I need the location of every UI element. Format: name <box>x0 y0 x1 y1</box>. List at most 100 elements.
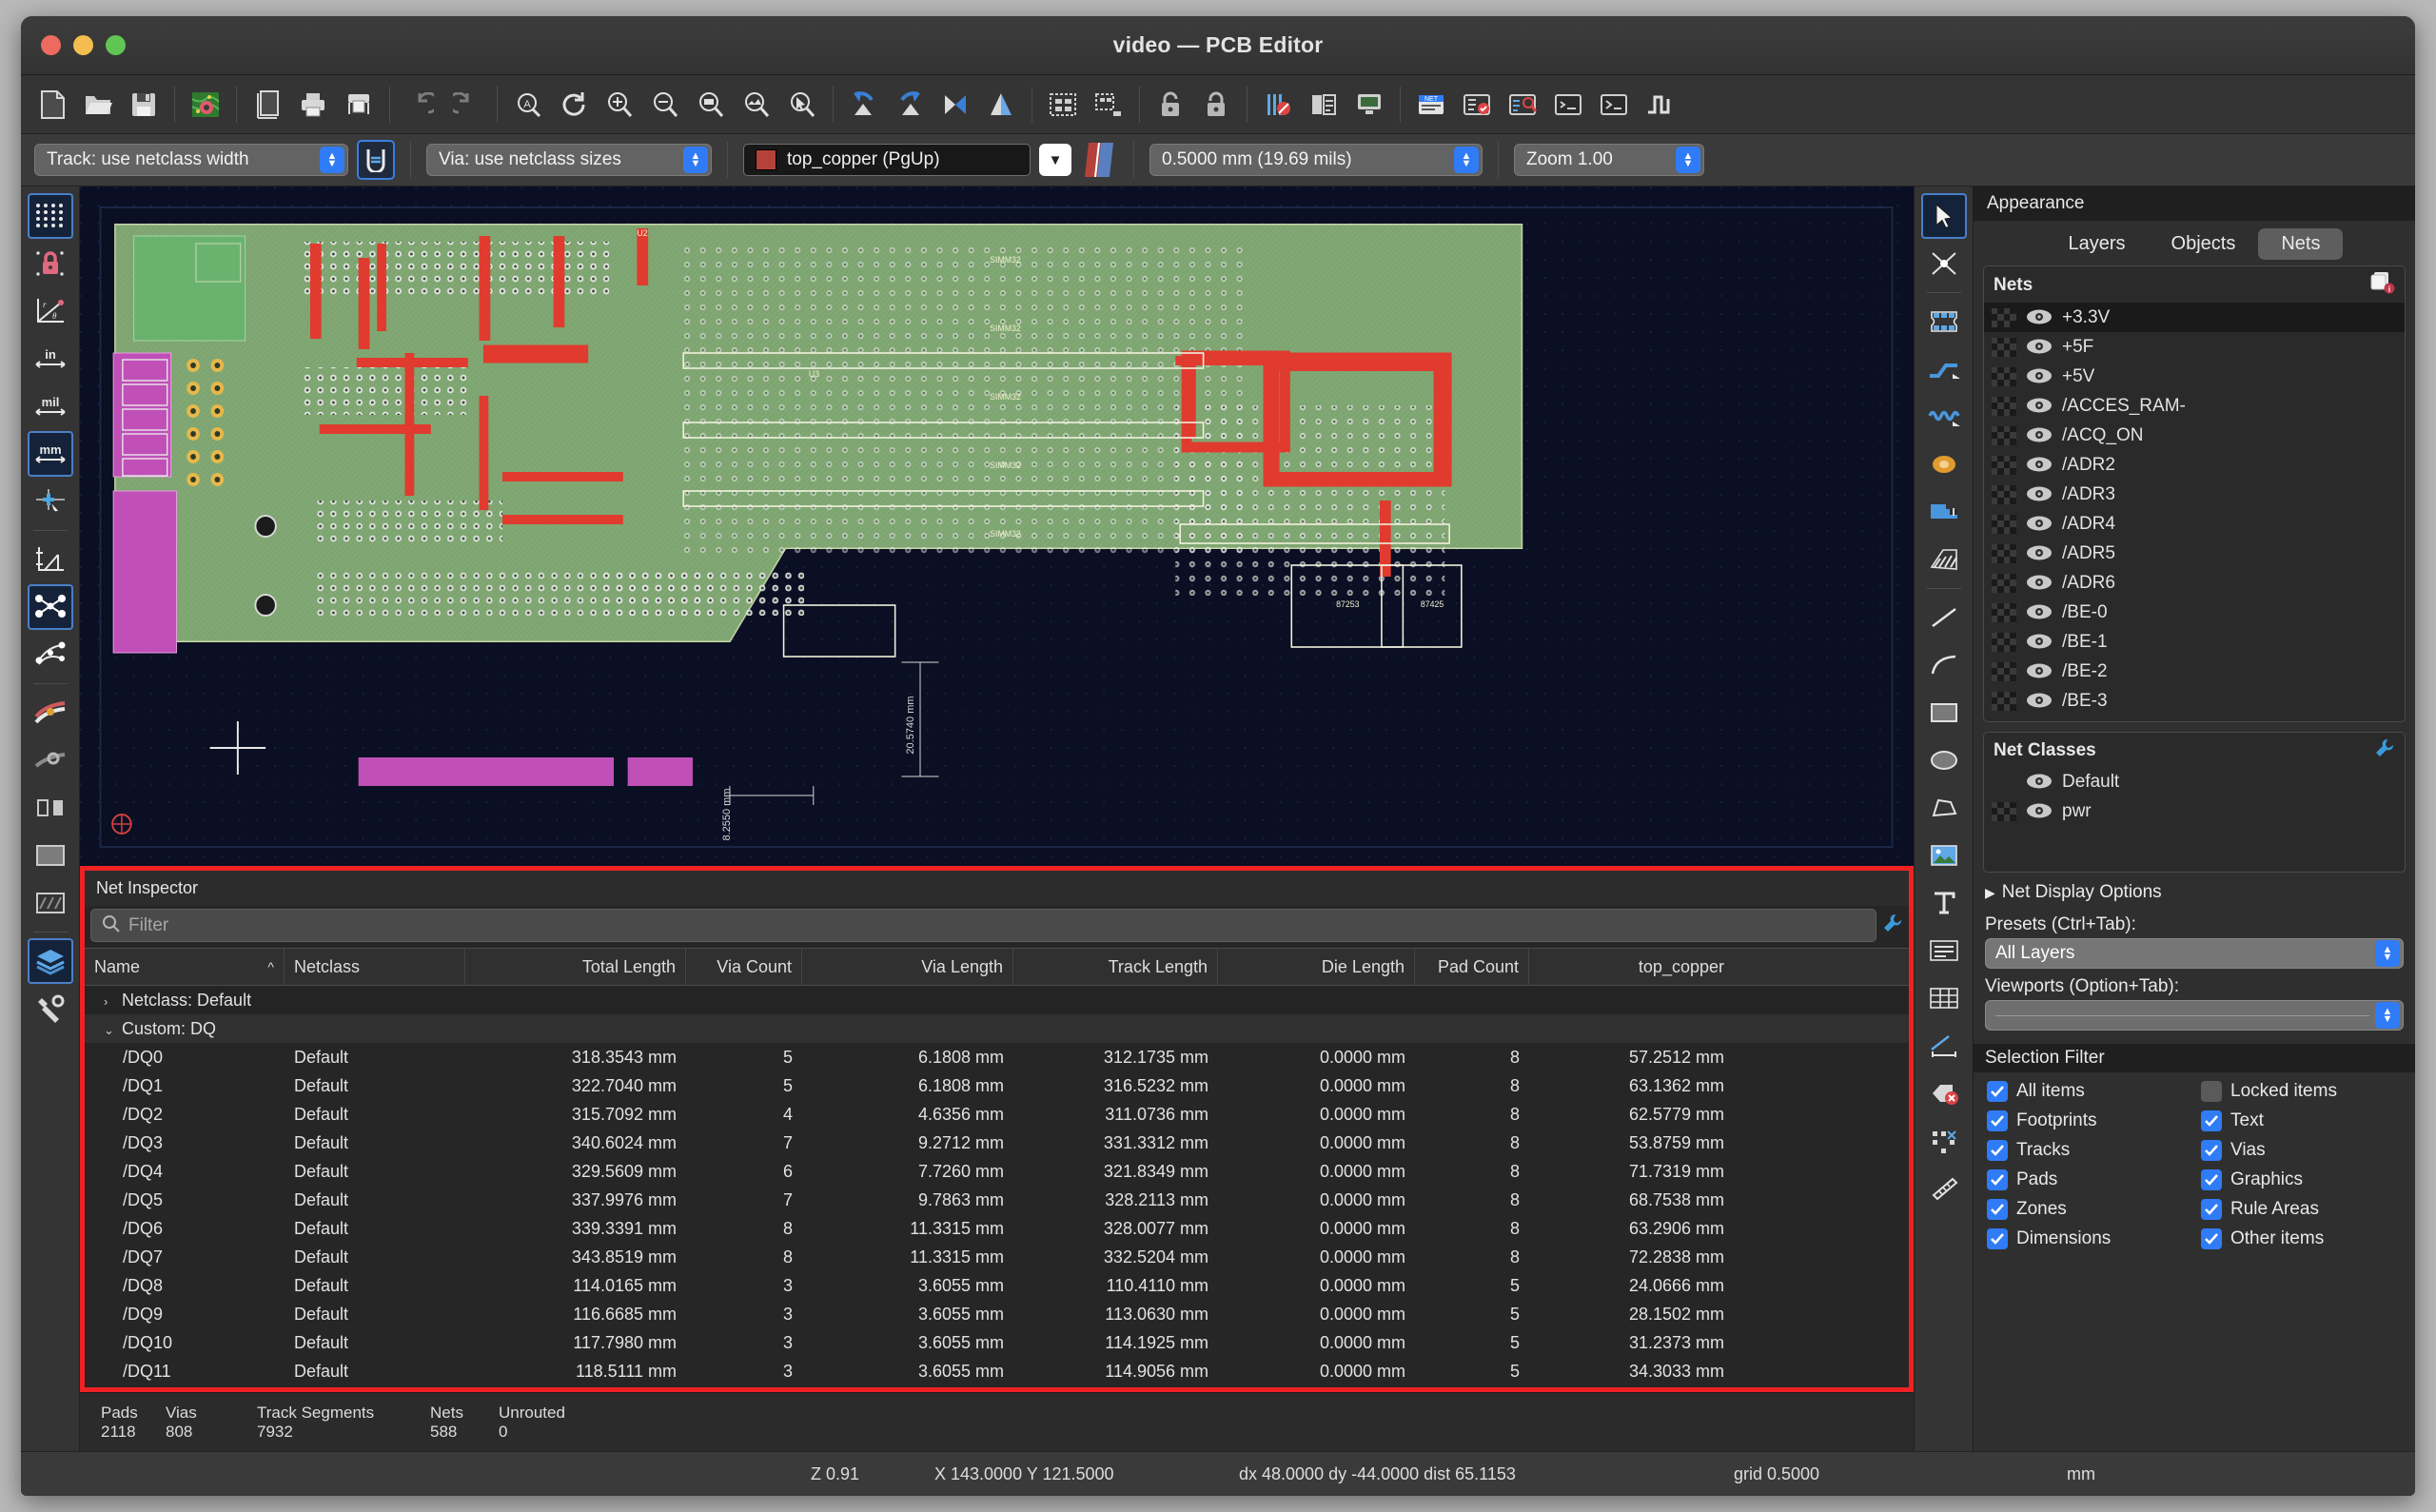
eye-icon[interactable] <box>2026 603 2053 621</box>
checkbox[interactable] <box>1987 1169 2008 1190</box>
measure-tool-icon[interactable] <box>1921 1166 1967 1211</box>
selection-filter-grid[interactable]: All itemsLocked itemsFootprintsTextTrack… <box>1974 1072 2415 1252</box>
selection-filter-item[interactable]: Vias <box>2201 1137 2415 1164</box>
zoom-out-icon[interactable] <box>643 83 687 127</box>
viewports-select[interactable]: ▲▼ <box>1985 1000 2404 1031</box>
net-list-item[interactable]: /ACCES_RAM- <box>1984 391 2405 421</box>
chevron-down-icon[interactable]: ▼ <box>1039 144 1071 176</box>
eye-icon[interactable] <box>2026 662 2053 680</box>
3d-viewer-icon[interactable] <box>1347 83 1391 127</box>
column-header-track-length[interactable]: Track Length <box>1013 949 1218 985</box>
eye-icon[interactable] <box>2026 426 2053 444</box>
zone-fill-icon[interactable] <box>28 833 73 878</box>
table-row[interactable]: /DQ9Default116.6685 mm33.6055 mm113.0630… <box>85 1300 1909 1328</box>
chevron-updown-icon[interactable]: ▲▼ <box>683 147 708 173</box>
highlight-net-icon[interactable] <box>1921 241 1967 286</box>
track-sketch-icon[interactable] <box>28 690 73 736</box>
net-color-swatch[interactable] <box>1992 426 2016 445</box>
table-row[interactable]: /DQ12Default128.2613 mm33.6055 mm124.655… <box>85 1385 1909 1387</box>
checkbox[interactable] <box>2201 1140 2222 1161</box>
table-row[interactable]: /DQ6Default339.3391 mm811.3315 mm328.007… <box>85 1214 1909 1243</box>
net-color-swatch[interactable] <box>1992 603 2016 622</box>
polar-coords-icon[interactable]: rθ <box>28 288 73 334</box>
zone-outline-icon[interactable] <box>28 880 73 926</box>
selection-filter-item[interactable]: Locked items <box>2201 1078 2415 1105</box>
plot-icon[interactable] <box>337 83 381 127</box>
open-board-icon[interactable] <box>76 83 120 127</box>
show-ratsnest-lines-icon[interactable] <box>28 584 73 630</box>
net-color-swatch[interactable] <box>1992 544 2016 563</box>
eye-icon[interactable] <box>2026 485 2053 503</box>
net-color-info-icon[interactable]: i <box>2370 271 2395 300</box>
table-group-row[interactable]: ⌄ Custom: DQ <box>85 1014 1909 1043</box>
table-row[interactable]: /DQ2Default315.7092 mm44.6356 mm311.0736… <box>85 1100 1909 1129</box>
eye-icon[interactable] <box>2026 308 2053 326</box>
checkbox[interactable] <box>1987 1081 2008 1102</box>
toggle-grid-icon[interactable] <box>28 193 73 239</box>
net-color-swatch[interactable] <box>1992 574 2016 593</box>
net-list-item[interactable]: +3.3V <box>1984 303 2405 332</box>
via-size-select[interactable]: Via: use netclass sizes ▲▼ <box>426 144 712 176</box>
add-dimension-icon[interactable] <box>1921 1023 1967 1069</box>
pcb-canvas[interactable]: SIMM32SIMM32 SIMM32SIMM32 SIMM32 8725387… <box>80 187 1914 866</box>
eye-icon[interactable] <box>2026 692 2053 710</box>
net-list-item[interactable]: /ADR3 <box>1984 480 2405 509</box>
route-track-icon[interactable] <box>1921 346 1967 392</box>
maximize-button[interactable] <box>106 35 126 55</box>
table-row[interactable]: /DQ7Default343.8519 mm811.3315 mm332.520… <box>85 1243 1909 1271</box>
search-input[interactable]: Filter <box>90 909 1876 942</box>
grid-overrides-icon[interactable] <box>28 241 73 286</box>
net-color-swatch[interactable] <box>1992 367 2016 386</box>
eye-icon[interactable] <box>2026 544 2053 562</box>
table-group-row[interactable]: › Netclass: Default <box>85 986 1909 1014</box>
net-list-item[interactable]: /BE-1 <box>1984 627 2405 657</box>
new-board-icon[interactable] <box>30 83 74 127</box>
tab-layers[interactable]: Layers <box>2046 228 2149 260</box>
chevron-updown-icon[interactable]: ▲▼ <box>2375 1002 2400 1029</box>
net-list-item[interactable]: /ADR4 <box>1984 509 2405 539</box>
draw-circle-icon[interactable] <box>1921 737 1967 783</box>
units-mm-icon[interactable]: mm <box>28 431 73 477</box>
selection-filter-item[interactable]: Dimensions <box>1987 1226 2201 1252</box>
netlist-icon[interactable]: NET <box>1409 83 1453 127</box>
selection-filter-item[interactable]: Zones <box>1987 1196 2201 1223</box>
eye-icon[interactable] <box>2026 802 2053 820</box>
route-diffpair-icon[interactable] <box>1921 394 1967 440</box>
chevron-right-icon[interactable]: › <box>104 994 117 1009</box>
units-inches-icon[interactable]: in <box>28 336 73 382</box>
eye-icon[interactable] <box>2026 367 2053 385</box>
print-icon[interactable] <box>291 83 335 127</box>
eye-icon[interactable] <box>2026 574 2053 592</box>
table-row[interactable]: /DQ4Default329.5609 mm67.7260 mm321.8349… <box>85 1157 1909 1186</box>
drc-icon[interactable] <box>1455 83 1499 127</box>
column-header-top-copper[interactable]: top_copper <box>1529 949 1734 985</box>
redo-icon[interactable] <box>444 83 488 127</box>
column-header-netclass[interactable]: Netclass <box>285 949 465 985</box>
table-row[interactable]: /DQ3Default340.6024 mm79.2712 mm331.3312… <box>85 1129 1909 1157</box>
layers-manager-icon[interactable] <box>28 938 73 984</box>
layer-pair-icon[interactable] <box>1080 138 1118 182</box>
track-width-toggle-icon[interactable] <box>357 140 395 180</box>
cursor-fullscreen-icon[interactable] <box>28 479 73 524</box>
show-ratsnest-icon[interactable] <box>1256 83 1300 127</box>
table-row[interactable]: /DQ1Default322.7040 mm56.1808 mm316.5232… <box>85 1071 1909 1100</box>
find-icon[interactable]: A <box>506 83 550 127</box>
show-dimensions-icon[interactable] <box>28 537 73 582</box>
table-row[interactable]: /DQ8Default114.0165 mm33.6055 mm110.4110… <box>85 1271 1909 1300</box>
undo-icon[interactable] <box>399 83 442 127</box>
selection-filter-item[interactable]: Tracks <box>1987 1137 2201 1164</box>
column-header-die-length[interactable]: Die Length <box>1218 949 1415 985</box>
add-via-icon[interactable] <box>1921 442 1967 487</box>
net-color-swatch[interactable] <box>1992 633 2016 652</box>
net-color-swatch[interactable] <box>1992 485 2016 504</box>
table-row[interactable]: /DQ10Default117.7980 mm33.6055 mm114.192… <box>85 1328 1909 1357</box>
eye-icon[interactable] <box>2026 456 2053 474</box>
net-list-item[interactable]: /ADR2 <box>1984 450 2405 480</box>
checkbox[interactable] <box>1987 1140 2008 1161</box>
checkbox[interactable] <box>2201 1228 2222 1249</box>
checkbox[interactable] <box>2201 1081 2222 1102</box>
flip-vertical-icon[interactable] <box>979 83 1023 127</box>
selection-filter-item[interactable]: Rule Areas <box>2201 1196 2415 1223</box>
pad-sketch-icon[interactable] <box>28 785 73 831</box>
column-header-pad-count[interactable]: Pad Count <box>1415 949 1529 985</box>
